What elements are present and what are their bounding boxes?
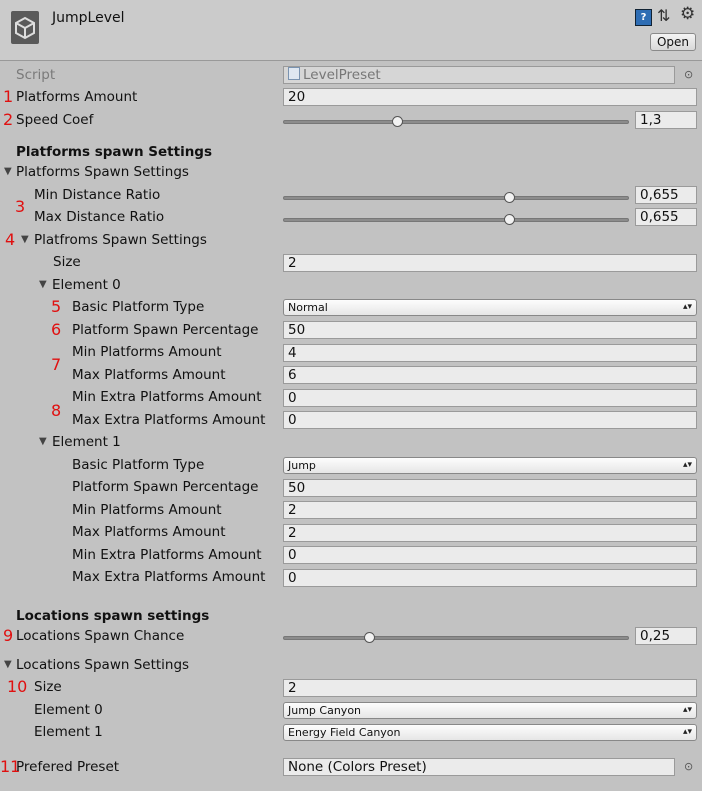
- min-distance-slider-thumb[interactable]: [504, 192, 516, 203]
- max-platforms-field[interactable]: 2: [283, 524, 697, 542]
- speed-coef-label: Speed Coef: [16, 112, 94, 128]
- min-platforms-field[interactable]: 2: [283, 501, 697, 519]
- dropdown-arrows-icon: ▴▾: [682, 727, 692, 737]
- dropdown-value: Jump: [288, 459, 316, 472]
- location-element-1-label: Element 1: [34, 724, 103, 740]
- spawn-percentage-label: Platform Spawn Percentage: [72, 322, 259, 338]
- annotation-number: 4: [5, 230, 16, 249]
- locations-spawn-foldout[interactable]: Locations Spawn Settings: [16, 656, 189, 674]
- dropdown-arrows-icon: ▴▾: [682, 460, 692, 470]
- speed-coef-slider-thumb[interactable]: [391, 116, 403, 127]
- annotation-number: 10: [7, 677, 28, 696]
- script-value: LevelPreset: [303, 67, 381, 83]
- min-extra-platforms-field[interactable]: 0: [283, 389, 697, 407]
- platforms-amount-label: Platforms Amount: [16, 89, 138, 105]
- min-distance-slider-track[interactable]: [283, 196, 629, 200]
- platfroms-spawn-foldout[interactable]: Platfroms Spawn Settings: [34, 231, 207, 249]
- speed-coef-slider-track[interactable]: [283, 120, 629, 124]
- min-extra-platforms-label: Min Extra Platforms Amount: [72, 547, 262, 563]
- max-platforms-label: Max Platforms Amount: [72, 524, 226, 540]
- foldout-expanded-icon[interactable]: ▼: [39, 433, 47, 451]
- foldout-expanded-icon[interactable]: ▼: [4, 656, 12, 674]
- object-picker-icon[interactable]: ⊙: [684, 758, 693, 776]
- basic-platform-type-dropdown[interactable]: Normal ▴▾: [283, 299, 697, 316]
- annotation-number: 9: [3, 626, 14, 645]
- min-extra-platforms-field[interactable]: 0: [283, 546, 697, 564]
- unity-logo-icon: [11, 11, 39, 44]
- dropdown-value: Energy Field Canyon: [288, 726, 401, 739]
- spawn-percentage-field[interactable]: 50: [283, 321, 697, 339]
- max-extra-platforms-label: Max Extra Platforms Amount: [72, 569, 266, 585]
- locations-chance-field[interactable]: 0,25: [635, 627, 697, 645]
- min-distance-label: Min Distance Ratio: [34, 187, 161, 203]
- max-extra-platforms-field[interactable]: 0: [283, 411, 697, 429]
- gear-icon[interactable]: ⚙: [680, 4, 695, 24]
- script-field: LevelPreset: [283, 66, 675, 84]
- script-label: Script: [16, 67, 56, 83]
- script-file-icon: [288, 67, 300, 80]
- locations-size-label: Size: [34, 679, 62, 695]
- basic-platform-type-dropdown[interactable]: Jump ▴▾: [283, 457, 697, 474]
- location-element-0-dropdown[interactable]: Jump Canyon ▴▾: [283, 702, 697, 719]
- speed-coef-field[interactable]: 1,3: [635, 111, 697, 129]
- foldout-expanded-icon[interactable]: ▼: [39, 276, 47, 294]
- location-element-0-label: Element 0: [34, 702, 103, 718]
- max-distance-slider-track[interactable]: [283, 218, 629, 222]
- prefered-preset-field[interactable]: None (Colors Preset): [283, 758, 675, 776]
- location-element-1-dropdown[interactable]: Energy Field Canyon ▴▾: [283, 724, 697, 741]
- asset-title: JumpLevel: [52, 10, 125, 26]
- min-platforms-field[interactable]: 4: [283, 344, 697, 362]
- foldout-expanded-icon[interactable]: ▼: [21, 231, 29, 249]
- object-picker-icon[interactable]: ⊙: [684, 66, 693, 84]
- min-platforms-label: Min Platforms Amount: [72, 502, 222, 518]
- size-label: Size: [53, 254, 81, 270]
- max-distance-field[interactable]: 0,655: [635, 208, 697, 226]
- platforms-amount-field[interactable]: 20: [283, 88, 697, 106]
- min-distance-field[interactable]: 0,655: [635, 186, 697, 204]
- basic-platform-type-label: Basic Platform Type: [72, 457, 205, 473]
- min-platforms-label: Min Platforms Amount: [72, 344, 222, 360]
- max-distance-slider-thumb[interactable]: [504, 214, 516, 225]
- spawn-percentage-label: Platform Spawn Percentage: [72, 479, 259, 495]
- spawn-percentage-field[interactable]: 50: [283, 479, 697, 497]
- annotation-number: 1: [3, 87, 14, 106]
- annotation-number: 8: [51, 401, 62, 420]
- annotation-number: 5: [51, 297, 62, 316]
- max-platforms-field[interactable]: 6: [283, 366, 697, 384]
- basic-platform-type-label: Basic Platform Type: [72, 299, 205, 315]
- dropdown-arrows-icon: ▴▾: [682, 302, 692, 312]
- max-extra-platforms-label: Max Extra Platforms Amount: [72, 412, 266, 428]
- element-0-foldout[interactable]: Element 0: [52, 276, 121, 294]
- preset-sliders-icon[interactable]: ⇅: [657, 6, 670, 25]
- platforms-section-heading: Platforms spawn Settings: [16, 144, 213, 160]
- annotation-number: 7: [51, 355, 62, 374]
- annotation-number: 3: [15, 197, 26, 216]
- prefered-preset-label: Prefered Preset: [16, 759, 120, 775]
- max-distance-label: Max Distance Ratio: [34, 209, 165, 225]
- annotation-number: 2: [3, 110, 14, 129]
- locations-chance-slider-track[interactable]: [283, 636, 629, 640]
- annotation-number: 6: [51, 320, 62, 339]
- help-book-icon[interactable]: ?: [635, 9, 652, 26]
- max-platforms-label: Max Platforms Amount: [72, 367, 226, 383]
- locations-chance-label: Locations Spawn Chance: [16, 628, 185, 644]
- max-extra-platforms-field[interactable]: 0: [283, 569, 697, 587]
- open-button[interactable]: Open: [650, 33, 696, 51]
- dropdown-value: Normal: [288, 301, 328, 314]
- locations-size-field[interactable]: 2: [283, 679, 697, 697]
- locations-chance-slider-thumb[interactable]: [364, 632, 375, 643]
- platforms-spawn-foldout[interactable]: Platforms Spawn Settings: [16, 163, 189, 181]
- size-field[interactable]: 2: [283, 254, 697, 272]
- min-extra-platforms-label: Min Extra Platforms Amount: [72, 389, 262, 405]
- locations-section-heading: Locations spawn settings: [16, 608, 210, 624]
- dropdown-arrows-icon: ▴▾: [682, 705, 692, 715]
- dropdown-value: Jump Canyon: [288, 704, 362, 717]
- element-1-foldout[interactable]: Element 1: [52, 433, 121, 451]
- foldout-expanded-icon[interactable]: ▼: [4, 163, 12, 181]
